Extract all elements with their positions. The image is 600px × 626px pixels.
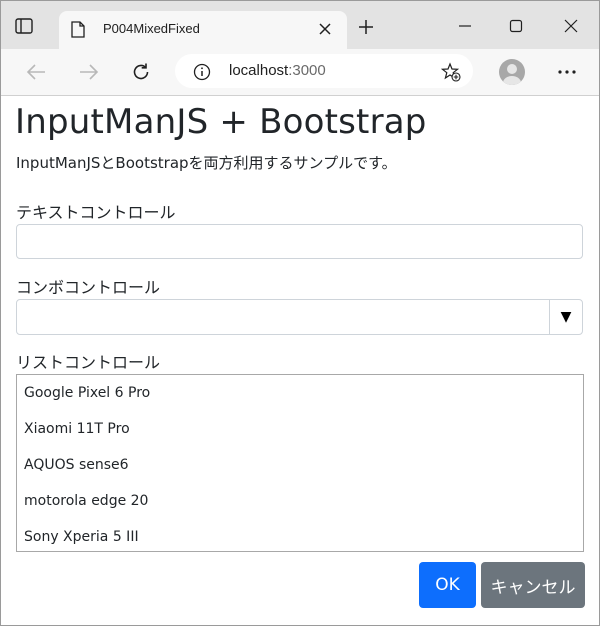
title-bar: P004MixedFixed bbox=[1, 1, 599, 49]
cancel-button[interactable]: キャンセル bbox=[481, 562, 585, 608]
browser-window: P004MixedFixed localhost:3000 InputManJS… bbox=[0, 0, 600, 626]
list-control-label: リストコントロール bbox=[16, 353, 161, 372]
list-item[interactable]: Sony Xperia 5 III bbox=[17, 519, 583, 551]
more-icon[interactable] bbox=[555, 61, 579, 83]
close-icon[interactable] bbox=[315, 19, 335, 39]
browser-toolbar: localhost:3000 bbox=[1, 49, 599, 96]
combo-control[interactable]: ▼ bbox=[16, 299, 583, 335]
page-title: InputManJS + Bootstrap bbox=[15, 102, 427, 142]
browser-tab[interactable]: P004MixedFixed bbox=[59, 11, 347, 49]
text-control-label: テキストコントロール bbox=[16, 203, 176, 222]
url-port: :3000 bbox=[288, 62, 326, 79]
profile-icon[interactable] bbox=[499, 59, 525, 85]
info-icon[interactable] bbox=[193, 63, 211, 81]
plus-icon[interactable] bbox=[356, 17, 376, 37]
tab-title: P004MixedFixed bbox=[103, 21, 200, 36]
back-arrow-icon[interactable] bbox=[25, 61, 47, 83]
add-favorite-icon[interactable] bbox=[440, 62, 461, 82]
ok-button[interactable]: OK bbox=[419, 562, 476, 608]
window-close-icon[interactable] bbox=[556, 13, 586, 39]
page-description: InputManJSとBootstrapを両方利用するサンプルです。 bbox=[16, 154, 397, 172]
chevron-down-icon: ▼ bbox=[560, 309, 572, 325]
minimize-icon[interactable] bbox=[450, 13, 480, 39]
combo-dropdown-button[interactable]: ▼ bbox=[549, 300, 582, 334]
list-item[interactable]: motorola edge 20 bbox=[17, 483, 583, 519]
page-icon bbox=[71, 21, 87, 39]
tab-actions-icon[interactable] bbox=[13, 15, 35, 37]
url-host: localhost bbox=[229, 62, 289, 79]
list-item[interactable]: Google Pixel 6 Pro bbox=[17, 375, 583, 411]
list-item[interactable]: Xiaomi 11T Pro bbox=[17, 411, 583, 447]
text-control-input[interactable] bbox=[16, 224, 583, 259]
list-item[interactable]: AQUOS sense6 bbox=[17, 447, 583, 483]
maximize-icon[interactable] bbox=[501, 13, 531, 39]
forward-arrow-icon[interactable] bbox=[78, 61, 100, 83]
combo-control-label: コンボコントロール bbox=[16, 278, 161, 297]
refresh-icon[interactable] bbox=[130, 61, 152, 83]
address-bar[interactable]: localhost:3000 bbox=[175, 54, 473, 88]
list-control[interactable]: Google Pixel 6 Pro Xiaomi 11T Pro AQUOS … bbox=[16, 374, 584, 552]
page-content: InputManJS + Bootstrap InputManJSとBootst… bbox=[1, 96, 599, 625]
url-text: localhost:3000 bbox=[229, 62, 326, 79]
